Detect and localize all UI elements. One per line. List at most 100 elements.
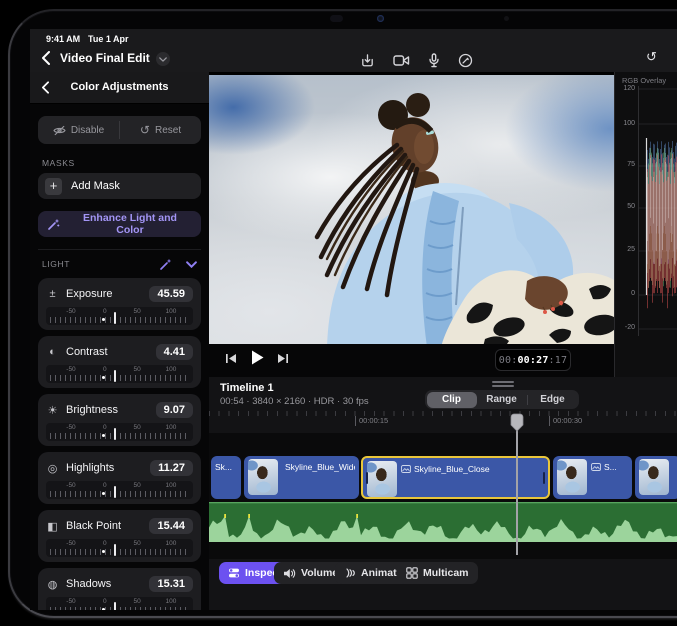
ruler-ticks xyxy=(50,549,189,555)
ruler-scale-label: 50 xyxy=(134,482,141,489)
import-media-button[interactable] xyxy=(360,53,375,68)
timeline-resize-handle[interactable] xyxy=(492,381,514,387)
ruler-scale-label: -50 xyxy=(66,598,75,605)
timeline-footer-toolbar: Inspect Volume Animate xyxy=(209,559,677,589)
scope-axis-label: 50 xyxy=(615,203,635,210)
timeline-ruler[interactable]: 00:00:15 00:00:30 xyxy=(209,409,677,433)
ruler-scale-label: 50 xyxy=(134,424,141,431)
next-frame-button[interactable] xyxy=(277,353,289,364)
panel-title: Color Adjustments xyxy=(30,81,209,93)
timecode-frames: :17 xyxy=(549,355,568,366)
black-point-icon: ◧ xyxy=(46,520,59,533)
ruler-cursor xyxy=(114,602,116,610)
play-button[interactable] xyxy=(251,350,264,365)
ipad-device-frame: 9:41 AM Tue 1 Apr Video Final Edit xyxy=(8,9,677,618)
ruler-label: 00:00:30 xyxy=(549,416,582,426)
undo-button[interactable]: ↺ xyxy=(646,49,657,65)
collapse-chevron-icon[interactable] xyxy=(186,261,197,268)
ruler-ticks xyxy=(50,491,189,497)
timecode-main: 00:27 xyxy=(517,355,548,366)
auto-enhance-wand-icon[interactable] xyxy=(159,258,172,271)
ruler-origin-dot xyxy=(102,376,105,379)
microphone-icon xyxy=(428,53,440,68)
multicam-button[interactable]: Multicam xyxy=(397,562,478,584)
divider xyxy=(38,249,201,250)
enhance-label: Enhance Light and Color xyxy=(68,212,192,236)
slider-ruler[interactable]: -50 0 50 100 xyxy=(46,365,193,383)
slider-value[interactable]: 11.27 xyxy=(150,460,193,476)
reset-button[interactable]: ↺ Reset xyxy=(120,116,201,144)
add-mask-button[interactable]: + Add Mask xyxy=(38,173,201,199)
ruler-scale-label: 0 xyxy=(103,540,107,547)
slider-ruler[interactable]: -50 0 50 100 xyxy=(46,539,193,557)
mode-edge-button[interactable]: Edge xyxy=(528,392,578,408)
ruler-scale-label: -50 xyxy=(66,424,75,431)
clip-skyline-blue-close-selected[interactable]: Skyline_Blue_Close xyxy=(361,456,550,499)
camera-button[interactable] xyxy=(393,54,410,67)
camera-icon xyxy=(393,54,410,67)
pencil-tool-button[interactable] xyxy=(458,53,473,68)
status-time: 9:41 AM xyxy=(46,34,80,44)
clip-skyline-short[interactable]: S... xyxy=(553,456,632,499)
slider-value[interactable]: 9.07 xyxy=(156,402,193,418)
slider-value[interactable]: 45.59 xyxy=(149,286,193,302)
masks-section-label: MASKS xyxy=(38,158,201,168)
photo-icon xyxy=(401,465,411,473)
slider-ruler[interactable]: -50 0 50 100 xyxy=(46,597,193,610)
ruler-scale-label: 50 xyxy=(134,366,141,373)
mode-range-button[interactable]: Range xyxy=(477,392,527,408)
slider-ruler[interactable]: -50 0 50 100 xyxy=(46,307,193,325)
slider-value[interactable]: 15.44 xyxy=(149,518,193,534)
ruler-scale-label: -50 xyxy=(66,308,75,315)
timecode-display[interactable]: 00:00:27:17 xyxy=(495,349,571,371)
ruler-scale-label: 0 xyxy=(103,482,107,489)
slider-ruler[interactable]: -50 0 50 100 xyxy=(46,423,193,441)
playhead-handle[interactable] xyxy=(510,413,524,437)
audio-clip-waveform[interactable] xyxy=(209,502,677,542)
page-background: 9:41 AM Tue 1 Apr Video Final Edit xyxy=(0,0,677,626)
ruler-scale-label: -50 xyxy=(66,482,75,489)
ruler-scale-label: 50 xyxy=(134,540,141,547)
slider-value[interactable]: 15.31 xyxy=(149,576,193,592)
undo-icon: ↺ xyxy=(646,49,657,65)
photo-icon xyxy=(591,463,601,471)
slider-label: Black Point xyxy=(66,520,142,532)
shadows-icon: ◍ xyxy=(46,578,59,591)
disable-label: Disable xyxy=(71,125,104,136)
scope-axis-label: 0 xyxy=(615,290,635,297)
ruler-cursor xyxy=(114,486,116,498)
ruler-scale-label: 0 xyxy=(103,308,107,315)
add-mask-label: Add Mask xyxy=(71,180,120,192)
project-menu-chevron-icon[interactable] xyxy=(156,52,170,66)
trim-handle-left[interactable] xyxy=(366,472,368,484)
timecode-hours: 00: xyxy=(499,355,518,366)
ruler-cursor xyxy=(114,544,116,556)
ruler-origin-dot xyxy=(102,492,105,495)
clip-skyline-partial[interactable]: Sk... xyxy=(211,456,241,499)
clip-thumbnail xyxy=(248,459,278,495)
bezel-camera xyxy=(377,15,384,22)
ruler-origin-dot xyxy=(102,608,105,610)
back-button[interactable] xyxy=(42,51,50,68)
slider-value[interactable]: 4.41 xyxy=(156,344,193,360)
ruler-scale-label: 100 xyxy=(166,308,177,315)
trim-handle-right[interactable] xyxy=(543,472,545,484)
disable-reset-group: Disable ↺ Reset xyxy=(38,116,201,144)
top-toolbar: Video Final Edit xyxy=(30,47,677,72)
disable-button[interactable]: Disable xyxy=(38,116,119,144)
ruler-label: 00:00:15 xyxy=(355,416,388,426)
multicam-label: Multicam xyxy=(423,567,469,579)
ruler-origin-dot xyxy=(102,434,105,437)
animate-icon xyxy=(344,567,356,579)
bezel-mic-dot xyxy=(504,16,509,21)
clip-partial-right[interactable] xyxy=(635,456,677,499)
enhance-light-color-button[interactable]: Enhance Light and Color xyxy=(38,211,201,237)
clip-skyline-blue-wide[interactable]: Skyline_Blue_Wide xyxy=(244,456,359,499)
pencil-circle-icon xyxy=(458,53,473,68)
playhead-line xyxy=(516,429,518,555)
microphone-button[interactable] xyxy=(428,53,440,68)
mode-clip-button[interactable]: Clip xyxy=(427,392,477,408)
slider-ruler[interactable]: -50 0 50 100 xyxy=(46,481,193,499)
previous-frame-button[interactable] xyxy=(225,353,237,364)
ruler-scale-label: 100 xyxy=(166,598,177,605)
